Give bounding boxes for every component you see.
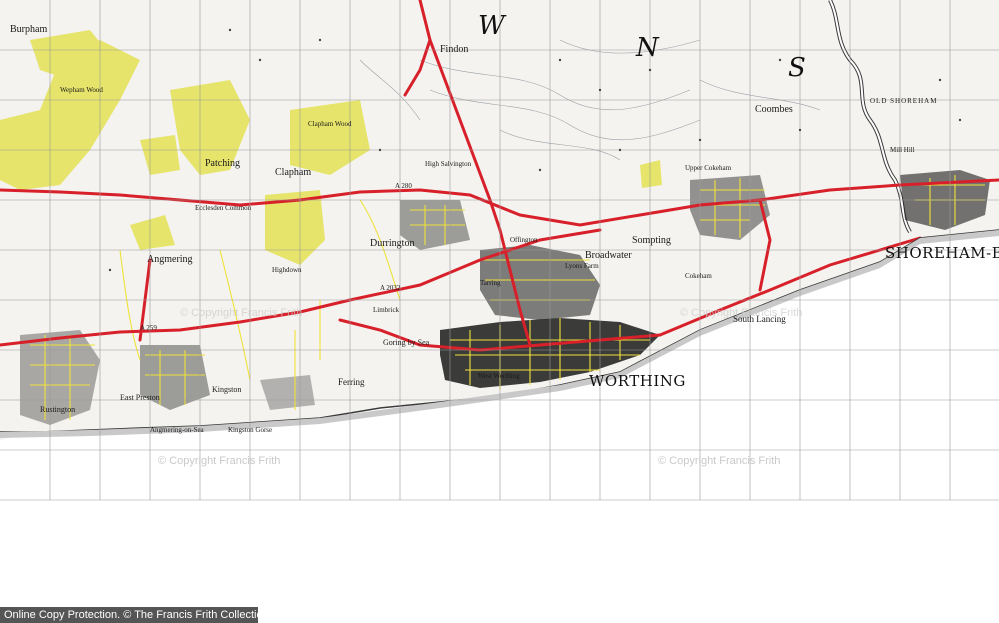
place-kingston-gorse[interactable]: Kingston Gorse: [228, 426, 272, 434]
place-broadwater[interactable]: Broadwater: [585, 250, 632, 261]
watermark: © Copyright Francis Frith: [658, 455, 780, 467]
place-angmering-on-sea[interactable]: Angmering-on-Sea: [150, 426, 205, 434]
watermark: © Copyright Francis Frith: [158, 455, 280, 467]
place-angmering[interactable]: Angmering: [147, 254, 193, 265]
place-ferring[interactable]: Ferring: [338, 377, 365, 387]
place-ecclesden[interactable]: Ecclesden Common: [195, 204, 252, 212]
road-label-a2032: A 2032: [380, 284, 401, 292]
road-label-a280: A 280: [395, 182, 412, 190]
place-rustington[interactable]: Rustington: [40, 405, 75, 414]
place-highdown[interactable]: Highdown: [272, 266, 302, 274]
downs-letter-n: N: [635, 33, 660, 63]
place-limbrick[interactable]: Limbrick: [373, 306, 400, 314]
place-mill-hill[interactable]: Mill Hill: [890, 146, 915, 154]
copyright-bar: Online Copy Protection. © The Francis Fr…: [0, 607, 269, 623]
town-shoreham[interactable]: SHOREHAM-BY-: [885, 244, 999, 262]
watermark: © Copyright Francis Frith: [180, 307, 302, 319]
place-old-shoreham[interactable]: OLD SHOREHAM: [870, 97, 937, 105]
place-tarring[interactable]: Tarring: [480, 279, 501, 287]
downs-letter-s: S: [788, 53, 806, 83]
place-durrington[interactable]: Durrington: [370, 238, 414, 249]
copyright-text: Online Copy Protection. © The Francis Fr…: [4, 609, 269, 621]
place-sompting[interactable]: Sompting: [632, 235, 671, 246]
place-offington[interactable]: Offington: [510, 236, 538, 244]
place-clapham[interactable]: Clapham: [275, 167, 311, 178]
road-label-a259: A 259: [140, 324, 157, 332]
downs-letter-w: W: [478, 11, 507, 41]
watermark: © Copyright Francis Frith: [680, 307, 802, 319]
place-patching[interactable]: Patching: [205, 158, 240, 169]
place-burpham[interactable]: Burpham: [10, 24, 47, 35]
place-lyons-farm[interactable]: Lyons Farm: [565, 262, 599, 270]
place-coombes[interactable]: Coombes: [755, 104, 793, 115]
place-upper-cokeham[interactable]: Upper Cokeham: [685, 164, 732, 172]
place-high-salvington[interactable]: High Salvington: [425, 160, 472, 168]
place-cokeham[interactable]: Cokeham: [685, 272, 712, 280]
historic-map[interactable]: W N S WORTHING SHOREHAM-BY- Burpham Find…: [0, 0, 999, 623]
place-findon[interactable]: Findon: [440, 44, 468, 55]
place-east-preston[interactable]: East Preston: [120, 393, 160, 402]
place-clapham-wood[interactable]: Clapham Wood: [308, 120, 352, 128]
town-worthing[interactable]: WORTHING: [589, 372, 686, 390]
place-west-worthing[interactable]: West Worthing: [478, 372, 520, 380]
place-kingston[interactable]: Kingston: [212, 385, 241, 394]
place-wepham-wood[interactable]: Wepham Wood: [60, 86, 103, 94]
place-goring[interactable]: Goring by Sea: [383, 338, 430, 347]
